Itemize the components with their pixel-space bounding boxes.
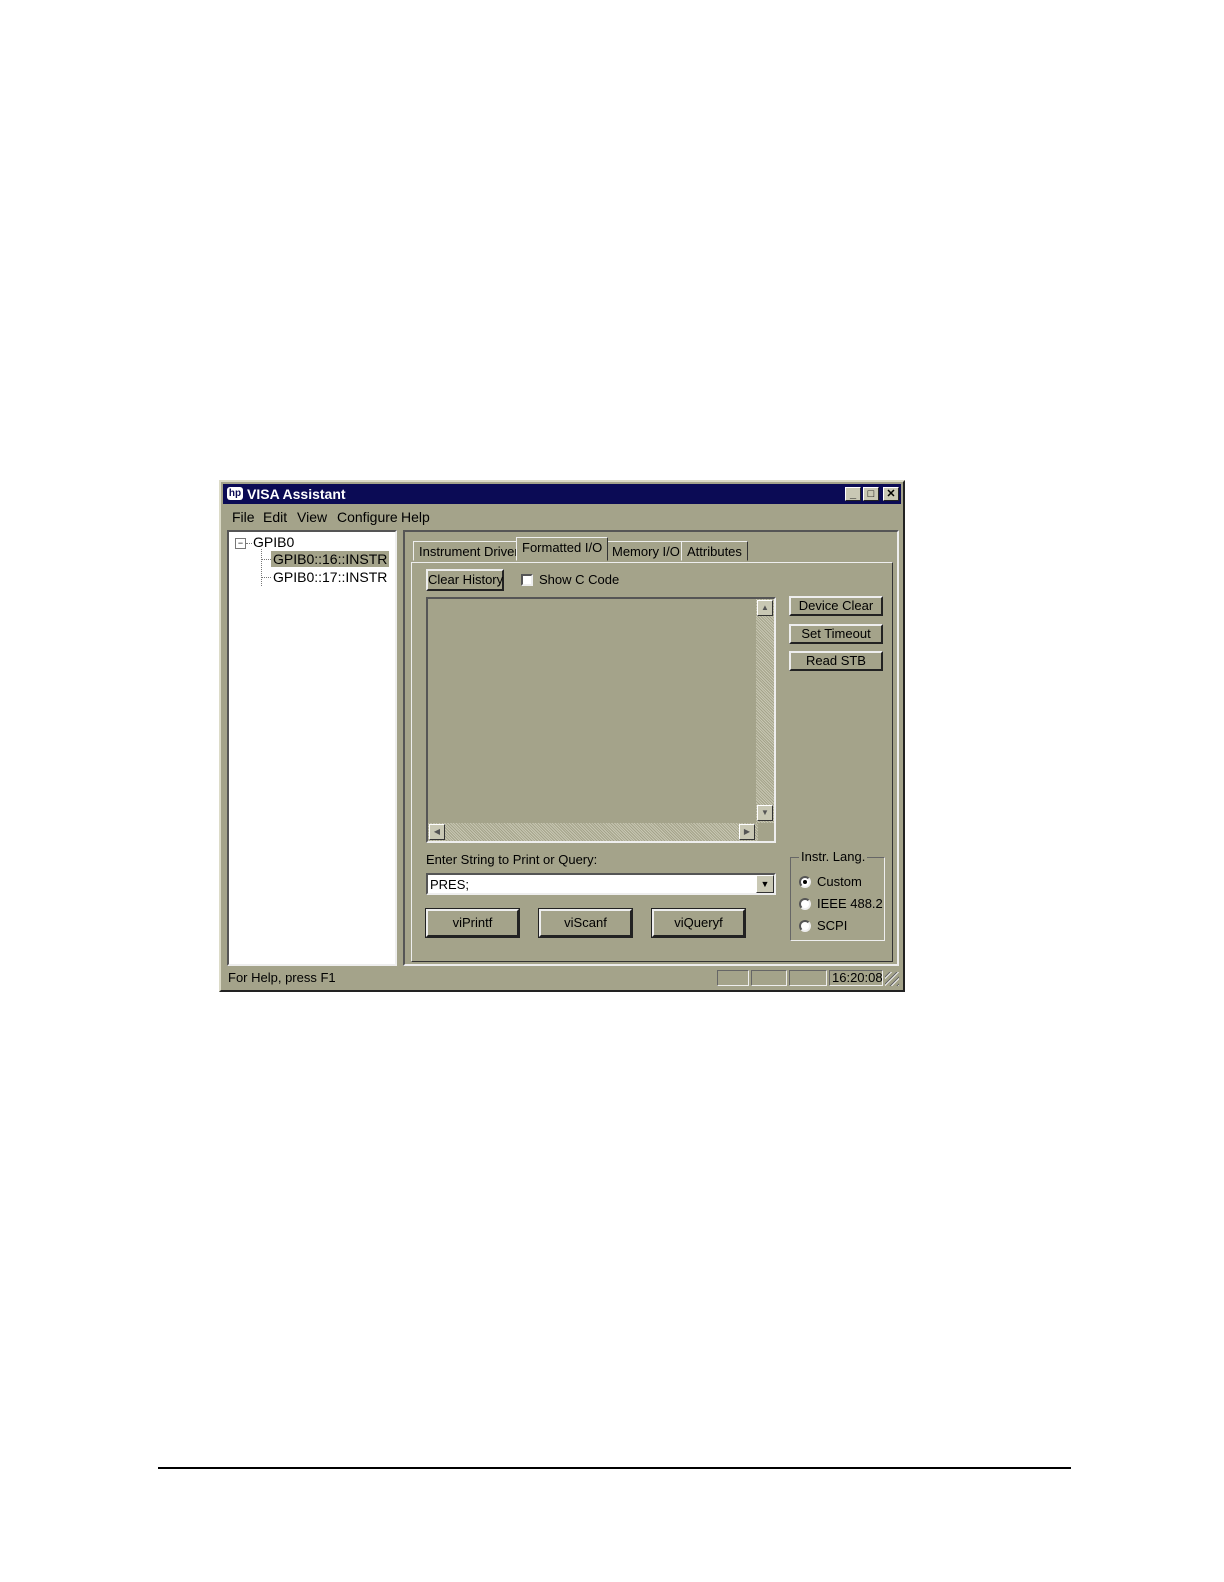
page-rule bbox=[158, 1467, 1071, 1469]
tab-attributes[interactable]: Attributes bbox=[681, 541, 748, 561]
tree-connector bbox=[261, 577, 271, 578]
set-timeout-button[interactable]: Set Timeout bbox=[789, 624, 883, 644]
chevron-down-icon[interactable]: ▼ bbox=[756, 875, 774, 893]
radio-custom-label: Custom bbox=[817, 874, 862, 889]
scroll-right-icon[interactable]: ▶ bbox=[739, 824, 755, 840]
radio-custom[interactable] bbox=[799, 876, 811, 888]
title-bar[interactable]: hp VISA Assistant _ □ ✕ bbox=[223, 484, 901, 504]
vertical-scrollbar[interactable] bbox=[756, 599, 774, 823]
radio-ieee-label: IEEE 488.2 bbox=[817, 896, 883, 911]
viscanf-button[interactable]: viScanf bbox=[538, 908, 633, 938]
tab-panel: Instrument Driver Formatted I/O Memory I… bbox=[403, 530, 899, 966]
tree-node-instr-17[interactable]: GPIB0::17::INSTR bbox=[273, 569, 387, 585]
maximize-button[interactable]: □ bbox=[863, 487, 879, 501]
menu-help[interactable]: Help bbox=[401, 509, 430, 525]
menu-file[interactable]: File bbox=[232, 509, 255, 525]
status-help-text: For Help, press F1 bbox=[228, 970, 336, 985]
close-button[interactable]: ✕ bbox=[883, 487, 899, 501]
status-pane bbox=[717, 970, 749, 986]
formatted-io-page: Clear History Show C Code ▲ ▼ ◀ ▶ Device… bbox=[411, 562, 893, 962]
tab-memory-io[interactable]: Memory I/O bbox=[606, 541, 686, 561]
status-clock: 16:20:08 bbox=[829, 970, 883, 986]
scroll-down-icon[interactable]: ▼ bbox=[757, 805, 773, 821]
tree-connector bbox=[261, 559, 271, 560]
visa-assistant-window: hp VISA Assistant _ □ ✕ File Edit View C… bbox=[219, 480, 905, 992]
scroll-left-icon[interactable]: ◀ bbox=[429, 824, 445, 840]
device-clear-button[interactable]: Device Clear bbox=[789, 596, 883, 616]
radio-selected-dot bbox=[803, 880, 807, 884]
input-label: Enter String to Print or Query: bbox=[426, 852, 598, 867]
show-c-code-checkbox[interactable] bbox=[521, 574, 533, 586]
resize-grip-icon[interactable] bbox=[885, 972, 899, 986]
radio-scpi-label: SCPI bbox=[817, 918, 848, 933]
tree-connector bbox=[246, 543, 252, 544]
radio-scpi[interactable] bbox=[799, 920, 811, 932]
command-input[interactable]: PRES; ▼ bbox=[426, 873, 776, 895]
horizontal-scrollbar[interactable] bbox=[428, 823, 758, 841]
read-stb-button[interactable]: Read STB bbox=[789, 651, 883, 671]
viqueryf-button[interactable]: viQueryf bbox=[651, 908, 746, 938]
minimize-button[interactable]: _ bbox=[845, 487, 861, 501]
tree-node-instr-16[interactable]: GPIB0::16::INSTR bbox=[271, 551, 390, 567]
collapse-icon[interactable]: − bbox=[235, 538, 246, 549]
status-pane bbox=[789, 970, 827, 986]
tab-instrument-driver[interactable]: Instrument Driver bbox=[413, 541, 525, 561]
tab-formatted-io[interactable]: Formatted I/O bbox=[516, 537, 609, 561]
viprintf-button[interactable]: viPrintf bbox=[425, 908, 520, 938]
show-c-code-label: Show C Code bbox=[539, 572, 620, 587]
menu-bar: File Edit View Configure Help bbox=[223, 506, 901, 528]
window-title: VISA Assistant bbox=[247, 486, 346, 502]
scroll-up-icon[interactable]: ▲ bbox=[757, 600, 773, 616]
command-input-value: PRES; bbox=[430, 877, 470, 892]
status-pane bbox=[751, 970, 787, 986]
hp-logo-icon: hp bbox=[227, 487, 243, 500]
menu-edit[interactable]: Edit bbox=[263, 509, 287, 525]
tree-connector bbox=[261, 549, 262, 586]
instr-lang-group: Instr. Lang. Custom IEEE 488.2 SCPI bbox=[790, 849, 885, 941]
menu-view[interactable]: View bbox=[297, 509, 327, 525]
radio-ieee-488-2[interactable] bbox=[799, 898, 811, 910]
status-bar: For Help, press F1 16:20:08 bbox=[223, 968, 901, 988]
clear-history-button[interactable]: Clear History bbox=[426, 569, 504, 591]
output-history[interactable]: ▲ ▼ ◀ ▶ bbox=[426, 597, 776, 843]
menu-configure[interactable]: Configure bbox=[337, 509, 398, 525]
tree-node-gpib0[interactable]: GPIB0 bbox=[253, 534, 294, 550]
resource-tree[interactable]: − GPIB0 GPIB0::16::INSTR GPIB0::17::INST… bbox=[227, 530, 397, 966]
instr-lang-label: Instr. Lang. bbox=[799, 849, 868, 864]
